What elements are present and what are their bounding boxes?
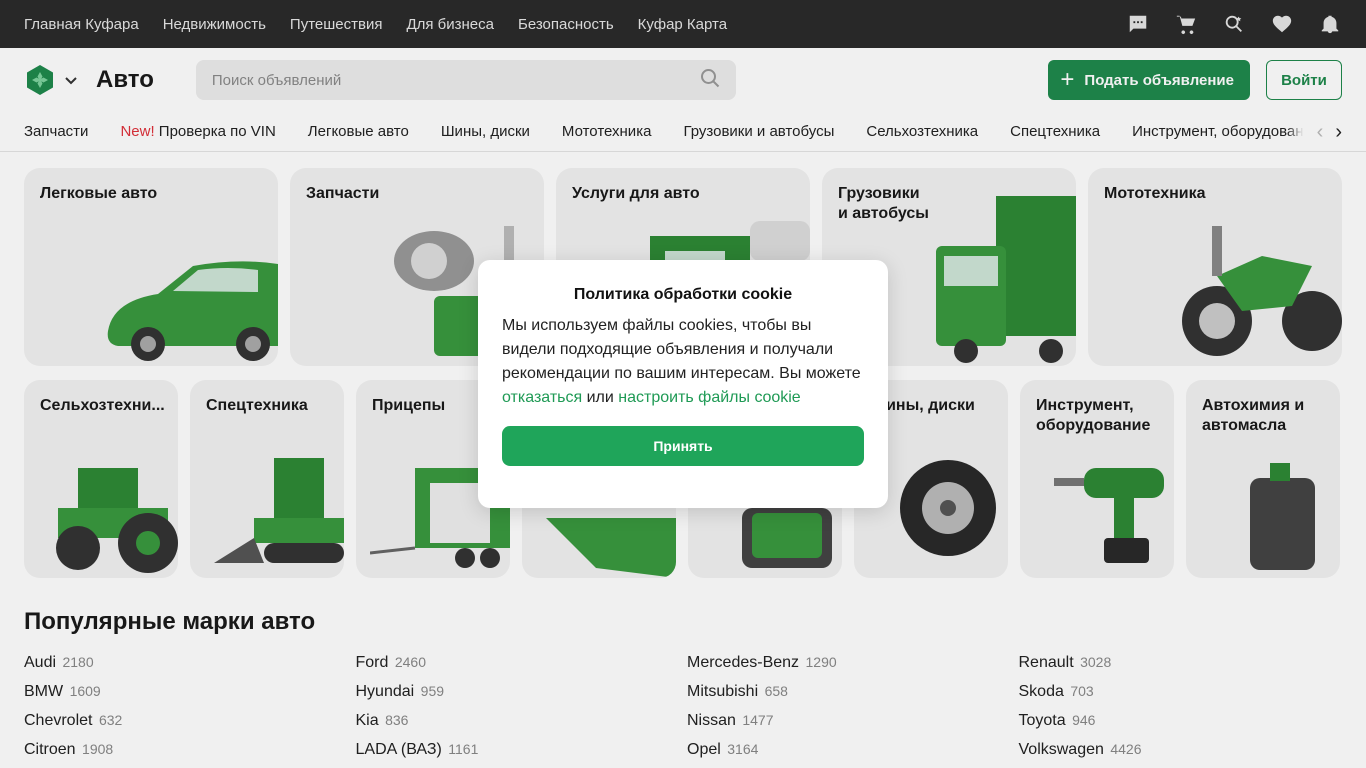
cookie-modal-text: Мы используем файлы cookies, чтобы вы ви… <box>502 314 864 410</box>
cookie-text: Мы используем файлы cookies, чтобы вы ви… <box>502 317 861 382</box>
refuse-cookies-link[interactable]: отказаться <box>502 389 582 406</box>
cookie-modal: Политика обработки cookie Мы используем … <box>478 260 888 508</box>
cookie-modal-title: Политика обработки cookie <box>573 286 793 303</box>
cookie-text-middle: или <box>582 389 619 406</box>
accept-cookies-button[interactable]: Принять <box>502 426 864 466</box>
configure-cookies-link[interactable]: настроить файлы cookie <box>618 389 800 406</box>
